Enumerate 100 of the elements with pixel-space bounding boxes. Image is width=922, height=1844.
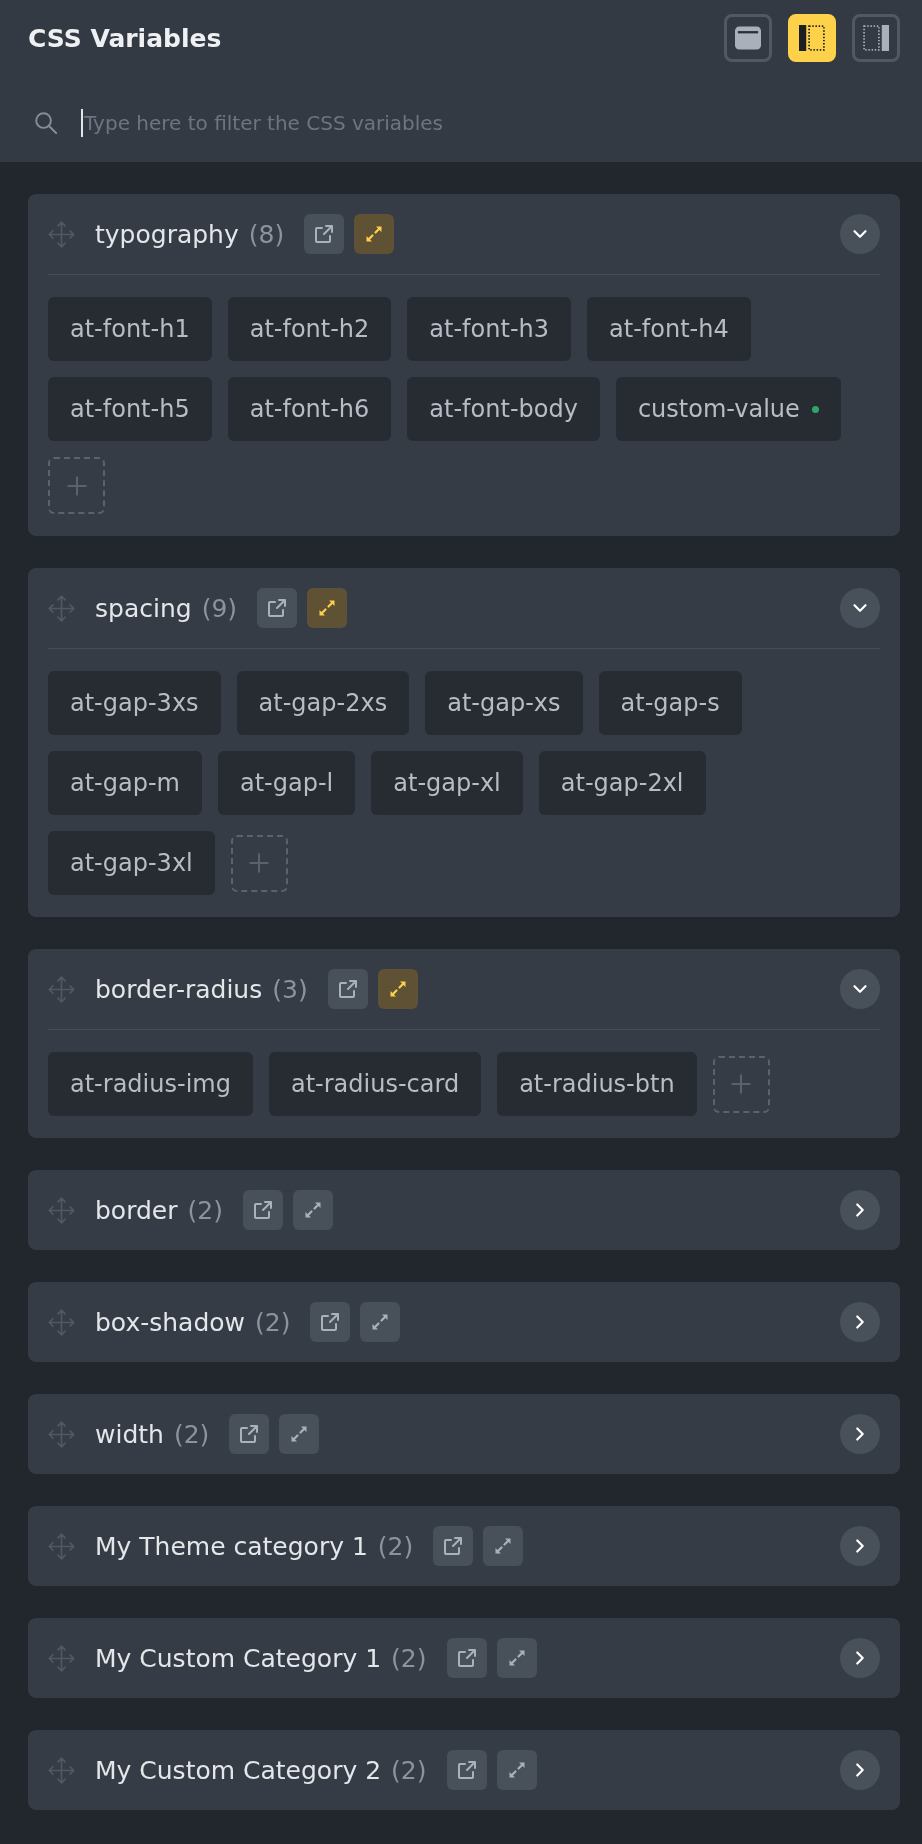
fullscreen-button[interactable]: [496, 1638, 537, 1678]
category-name: spacing: [95, 593, 192, 623]
fullscreen-button[interactable]: [279, 1414, 320, 1454]
fullscreen-button[interactable]: [360, 1302, 401, 1342]
drag-handle-icon[interactable]: [48, 220, 75, 248]
open-external-button[interactable]: [229, 1414, 270, 1454]
page-title: CSS Variables: [28, 23, 222, 53]
layout-toggle-button[interactable]: [852, 14, 900, 62]
expand-toggle[interactable]: [840, 1750, 880, 1790]
category-name: My Theme category 1: [95, 1531, 368, 1561]
variable-chip[interactable]: at-font-h1: [48, 297, 212, 361]
category-count: (2): [255, 1307, 291, 1337]
category-name: box-shadow: [95, 1307, 245, 1337]
drag-handle-icon[interactable]: [48, 1420, 75, 1448]
variable-chip[interactable]: at-font-h6: [227, 377, 392, 441]
drag-handle-icon[interactable]: [48, 975, 75, 1003]
category-count: (2): [391, 1755, 427, 1785]
drag-handle-icon[interactable]: [48, 1756, 75, 1784]
layout-toggle-button[interactable]: [724, 14, 772, 62]
variable-chip[interactable]: at-radius-btn: [497, 1052, 697, 1116]
variable-chip[interactable]: at-font-h4: [587, 297, 751, 361]
right-panel-icon: [863, 25, 889, 51]
open-external-button[interactable]: [257, 588, 298, 628]
diagonal-arrows-icon: [507, 1649, 526, 1667]
expand-toggle[interactable]: [840, 1302, 880, 1342]
open-external-button[interactable]: [446, 1638, 487, 1678]
external-link-icon: [315, 225, 334, 243]
fullscreen-button[interactable]: [496, 1750, 537, 1790]
variable-chip[interactable]: at-font-h5: [48, 377, 212, 441]
category-name: My Custom Category 1: [95, 1643, 382, 1673]
external-link-icon: [253, 1201, 272, 1219]
open-external-button[interactable]: [433, 1526, 474, 1566]
search-field[interactable]: Type here to filter the CSS variables: [83, 111, 900, 135]
diagonal-arrows-icon: [494, 1537, 513, 1555]
category-count: (3): [272, 974, 308, 1004]
external-link-icon: [457, 1761, 476, 1779]
expand-toggle[interactable]: [840, 588, 880, 628]
plus-icon: [249, 853, 270, 873]
category-name: border: [95, 1195, 178, 1225]
fullscreen-button[interactable]: [354, 214, 395, 254]
variable-chip[interactable]: at-gap-xs: [425, 671, 583, 735]
external-link-icon: [444, 1537, 463, 1555]
variable-chip[interactable]: at-font-h3: [407, 297, 571, 361]
drag-handle-icon[interactable]: [48, 1532, 75, 1560]
expand-toggle[interactable]: [840, 214, 880, 254]
variable-chip[interactable]: at-radius-img: [48, 1052, 253, 1116]
variable-chip[interactable]: at-gap-2xs: [236, 671, 410, 735]
plus-icon: [66, 475, 87, 496]
external-link-icon: [321, 1313, 340, 1331]
fullscreen-button[interactable]: [307, 588, 348, 628]
drag-handle-icon[interactable]: [48, 1644, 75, 1672]
variable-chip[interactable]: at-font-h2: [227, 297, 392, 361]
expand-toggle[interactable]: [840, 1526, 880, 1566]
external-link-icon: [240, 1425, 259, 1443]
plus-icon: [731, 1074, 752, 1094]
diagonal-arrows-icon: [290, 1425, 309, 1443]
expand-toggle[interactable]: [840, 1638, 880, 1678]
variable-chip[interactable]: at-gap-3xl: [48, 831, 215, 895]
category-count: (2): [377, 1531, 414, 1561]
open-external-button[interactable]: [327, 969, 368, 1009]
variable-chip[interactable]: at-gap-2xl: [538, 751, 706, 815]
category-name: border-radius: [95, 974, 263, 1004]
diagonal-arrows-icon: [365, 225, 384, 243]
variable-chip[interactable]: at-radius-card: [268, 1052, 482, 1116]
diagonal-arrows-icon: [318, 599, 337, 617]
drag-handle-icon[interactable]: [48, 594, 75, 622]
external-link-icon: [268, 599, 287, 617]
window-icon: [735, 25, 761, 51]
diagonal-arrows-icon: [303, 1201, 322, 1219]
external-link-icon: [457, 1649, 476, 1667]
fullscreen-button[interactable]: [377, 969, 418, 1009]
variable-chip[interactable]: at-gap-s: [598, 671, 742, 735]
category-count: (2): [391, 1643, 427, 1673]
diagonal-arrows-icon: [388, 980, 407, 998]
variable-chip[interactable]: at-gap-3xs: [48, 671, 221, 735]
expand-toggle[interactable]: [840, 1190, 880, 1230]
search-icon: [35, 112, 57, 134]
category-count: (9): [201, 593, 238, 623]
drag-handle-icon[interactable]: [48, 1308, 75, 1336]
variable-chip[interactable]: custom-value: [615, 377, 841, 441]
category-name: My Custom Category 2: [95, 1755, 382, 1785]
category-count: (2): [173, 1419, 210, 1449]
open-external-button[interactable]: [304, 214, 345, 254]
variable-chip[interactable]: at-font-body: [407, 377, 600, 441]
open-external-button[interactable]: [242, 1190, 283, 1230]
expand-toggle[interactable]: [840, 969, 880, 1009]
open-external-button[interactable]: [310, 1302, 351, 1342]
diagonal-arrows-icon: [507, 1761, 526, 1779]
fullscreen-button[interactable]: [483, 1526, 524, 1566]
open-external-button[interactable]: [446, 1750, 487, 1790]
variable-chip[interactable]: at-gap-l: [218, 751, 356, 815]
variable-chip[interactable]: at-gap-xl: [371, 751, 523, 815]
variable-chip[interactable]: at-gap-m: [48, 751, 202, 815]
expand-toggle[interactable]: [840, 1414, 880, 1454]
drag-handle-icon[interactable]: [48, 1196, 75, 1224]
left-panel-icon: [799, 25, 825, 51]
diagonal-arrows-icon: [371, 1313, 390, 1331]
fullscreen-button[interactable]: [292, 1190, 333, 1230]
external-link-icon: [338, 980, 357, 998]
category-count: (8): [248, 219, 285, 249]
